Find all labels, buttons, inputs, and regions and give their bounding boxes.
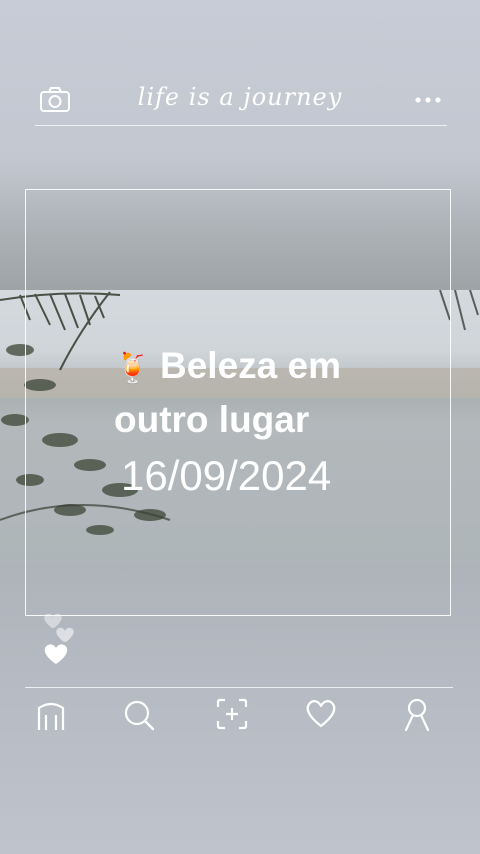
profile-icon[interactable] <box>402 698 432 732</box>
header-divider <box>35 125 447 126</box>
app-title: life is a journey <box>137 83 343 111</box>
search-icon[interactable] <box>122 698 156 732</box>
floating-hearts-icon <box>44 613 74 664</box>
scan-add-icon[interactable] <box>216 698 248 730</box>
headline-line-1: Beleza em <box>160 345 341 386</box>
home-icon[interactable] <box>36 698 66 732</box>
post-headline: 🍹 Beleza em outro lugar <box>114 340 444 445</box>
headline-line-2: outro lugar <box>114 399 310 440</box>
more-icon[interactable] <box>414 96 442 104</box>
cocktail-emoji: 🍹 <box>114 352 152 385</box>
post-date: 16/09/2024 <box>121 452 332 499</box>
nav-divider <box>25 687 453 688</box>
heart-icon[interactable] <box>304 698 338 730</box>
